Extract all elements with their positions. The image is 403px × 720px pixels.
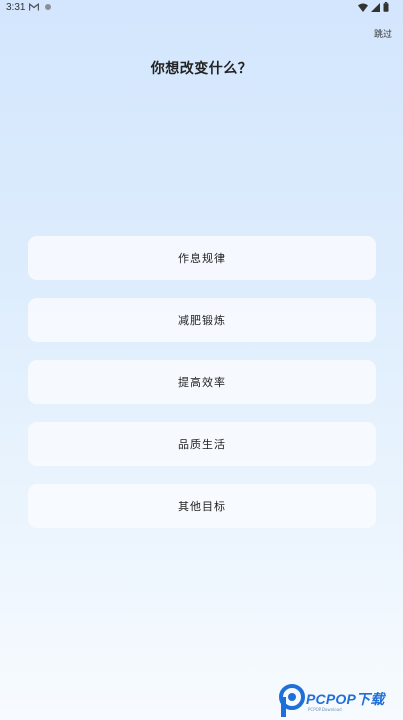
status-bar: 3:31: [0, 0, 403, 16]
option-weight-loss-exercise[interactable]: 减肥锻炼: [28, 298, 376, 342]
skip-button[interactable]: 跳过: [374, 27, 392, 40]
signal-icon: [371, 2, 380, 12]
goal-options-list: 作息规律 减肥锻炼 提高效率 品质生活 其他目标: [28, 236, 376, 546]
option-sleep-schedule[interactable]: 作息规律: [28, 236, 376, 280]
watermark-subtext: PCPOP.Download: [308, 707, 342, 712]
app-screen: 3:31 跳过 你想改变什么？ 作息规律 减肥锻炼 提高效率 品质生活 其他目标: [0, 0, 403, 720]
option-quality-life[interactable]: 品质生活: [28, 422, 376, 466]
page-title: 你想改变什么？: [150, 61, 253, 77]
gmail-icon: [29, 3, 39, 11]
option-improve-efficiency[interactable]: 提高效率: [28, 360, 376, 404]
pcpop-logo-icon: [279, 684, 305, 717]
status-icons: [358, 2, 389, 12]
status-time: 3:31: [6, 2, 26, 13]
watermark-brand: PCPOP下载: [306, 691, 385, 707]
watermark: PCPOP下载 PCPOP.Download: [279, 684, 403, 718]
battery-icon: [383, 2, 389, 12]
notification-dot-icon: [45, 4, 51, 10]
option-other-goals[interactable]: 其他目标: [28, 484, 376, 528]
wifi-icon: [358, 3, 368, 12]
